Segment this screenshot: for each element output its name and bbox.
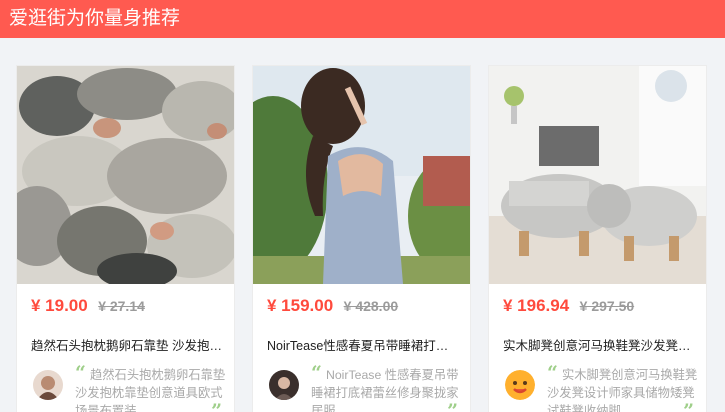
review-content: 实木脚凳创意河马换鞋凳沙发凳设计师家具储物矮凳试鞋凳收纳脚… — [547, 368, 698, 412]
avatar[interactable] — [33, 370, 63, 400]
review-text: “实木脚凳创意河马换鞋凳沙发凳设计师家具储物矮凳试鞋凳收纳脚…” — [547, 364, 698, 412]
price-row: ¥ 196.94 ¥ 297.50 — [489, 284, 706, 324]
quote-close-icon: ” — [447, 400, 458, 412]
quote-close-icon: ” — [683, 400, 694, 412]
avatar[interactable] — [505, 370, 535, 400]
review-content: 趋然石头抱枕鹅卵石靠垫 沙发抱枕靠垫创意道具欧式场景布置装… — [75, 368, 226, 412]
product-card[interactable]: ¥ 19.00 ¥ 27.14 趋然石头抱枕鹅卵石靠垫 沙发抱… “趋然石头抱枕… — [16, 65, 235, 412]
product-image[interactable] — [489, 66, 706, 284]
original-price: ¥ 297.50 — [579, 298, 635, 314]
review-block: “趋然石头抱枕鹅卵石靠垫 沙发抱枕靠垫创意道具欧式场景布置装…” — [17, 354, 234, 412]
quote-open-icon: “ — [311, 362, 322, 384]
product-card[interactable]: ¥ 196.94 ¥ 297.50 实木脚凳创意河马换鞋凳沙发凳设… “实木脚凳… — [488, 65, 707, 412]
review-block: “实木脚凳创意河马换鞋凳沙发凳设计师家具储物矮凳试鞋凳收纳脚…” — [489, 354, 706, 412]
product-image[interactable] — [253, 66, 470, 284]
review-text: “NoirTease 性感春夏吊带睡裙打底裙蕾丝修身聚拢家居服…” — [311, 364, 462, 412]
product-title[interactable]: 实木脚凳创意河马换鞋凳沙发凳设… — [489, 324, 706, 354]
product-image[interactable] — [17, 66, 234, 284]
header-title: 爱逛街为你量身推荐 — [9, 8, 181, 29]
price-row: ¥ 19.00 ¥ 27.14 — [17, 284, 234, 324]
current-price: ¥ 196.94 — [503, 296, 570, 315]
product-grid: ¥ 19.00 ¥ 27.14 趋然石头抱枕鹅卵石靠垫 沙发抱… “趋然石头抱枕… — [0, 38, 725, 412]
quote-close-icon: ” — [211, 400, 222, 412]
current-price: ¥ 159.00 — [267, 296, 334, 315]
avatar[interactable] — [269, 370, 299, 400]
product-title[interactable]: 趋然石头抱枕鹅卵石靠垫 沙发抱… — [17, 324, 234, 354]
review-block: “NoirTease 性感春夏吊带睡裙打底裙蕾丝修身聚拢家居服…” — [253, 354, 470, 412]
quote-open-icon: “ — [75, 362, 86, 384]
current-price: ¥ 19.00 — [31, 296, 88, 315]
price-row: ¥ 159.00 ¥ 428.00 — [253, 284, 470, 324]
recommendation-header: 爱逛街为你量身推荐 — [0, 0, 725, 38]
original-price: ¥ 27.14 — [98, 298, 145, 314]
product-card[interactable]: ¥ 159.00 ¥ 428.00 NoirTease性感春夏吊带睡裙打底… “… — [252, 65, 471, 412]
quote-open-icon: “ — [547, 362, 558, 384]
review-text: “趋然石头抱枕鹅卵石靠垫 沙发抱枕靠垫创意道具欧式场景布置装…” — [75, 364, 226, 412]
original-price: ¥ 428.00 — [343, 298, 399, 314]
review-content: NoirTease 性感春夏吊带睡裙打底裙蕾丝修身聚拢家居服… — [311, 368, 459, 412]
product-title[interactable]: NoirTease性感春夏吊带睡裙打底… — [253, 324, 470, 354]
